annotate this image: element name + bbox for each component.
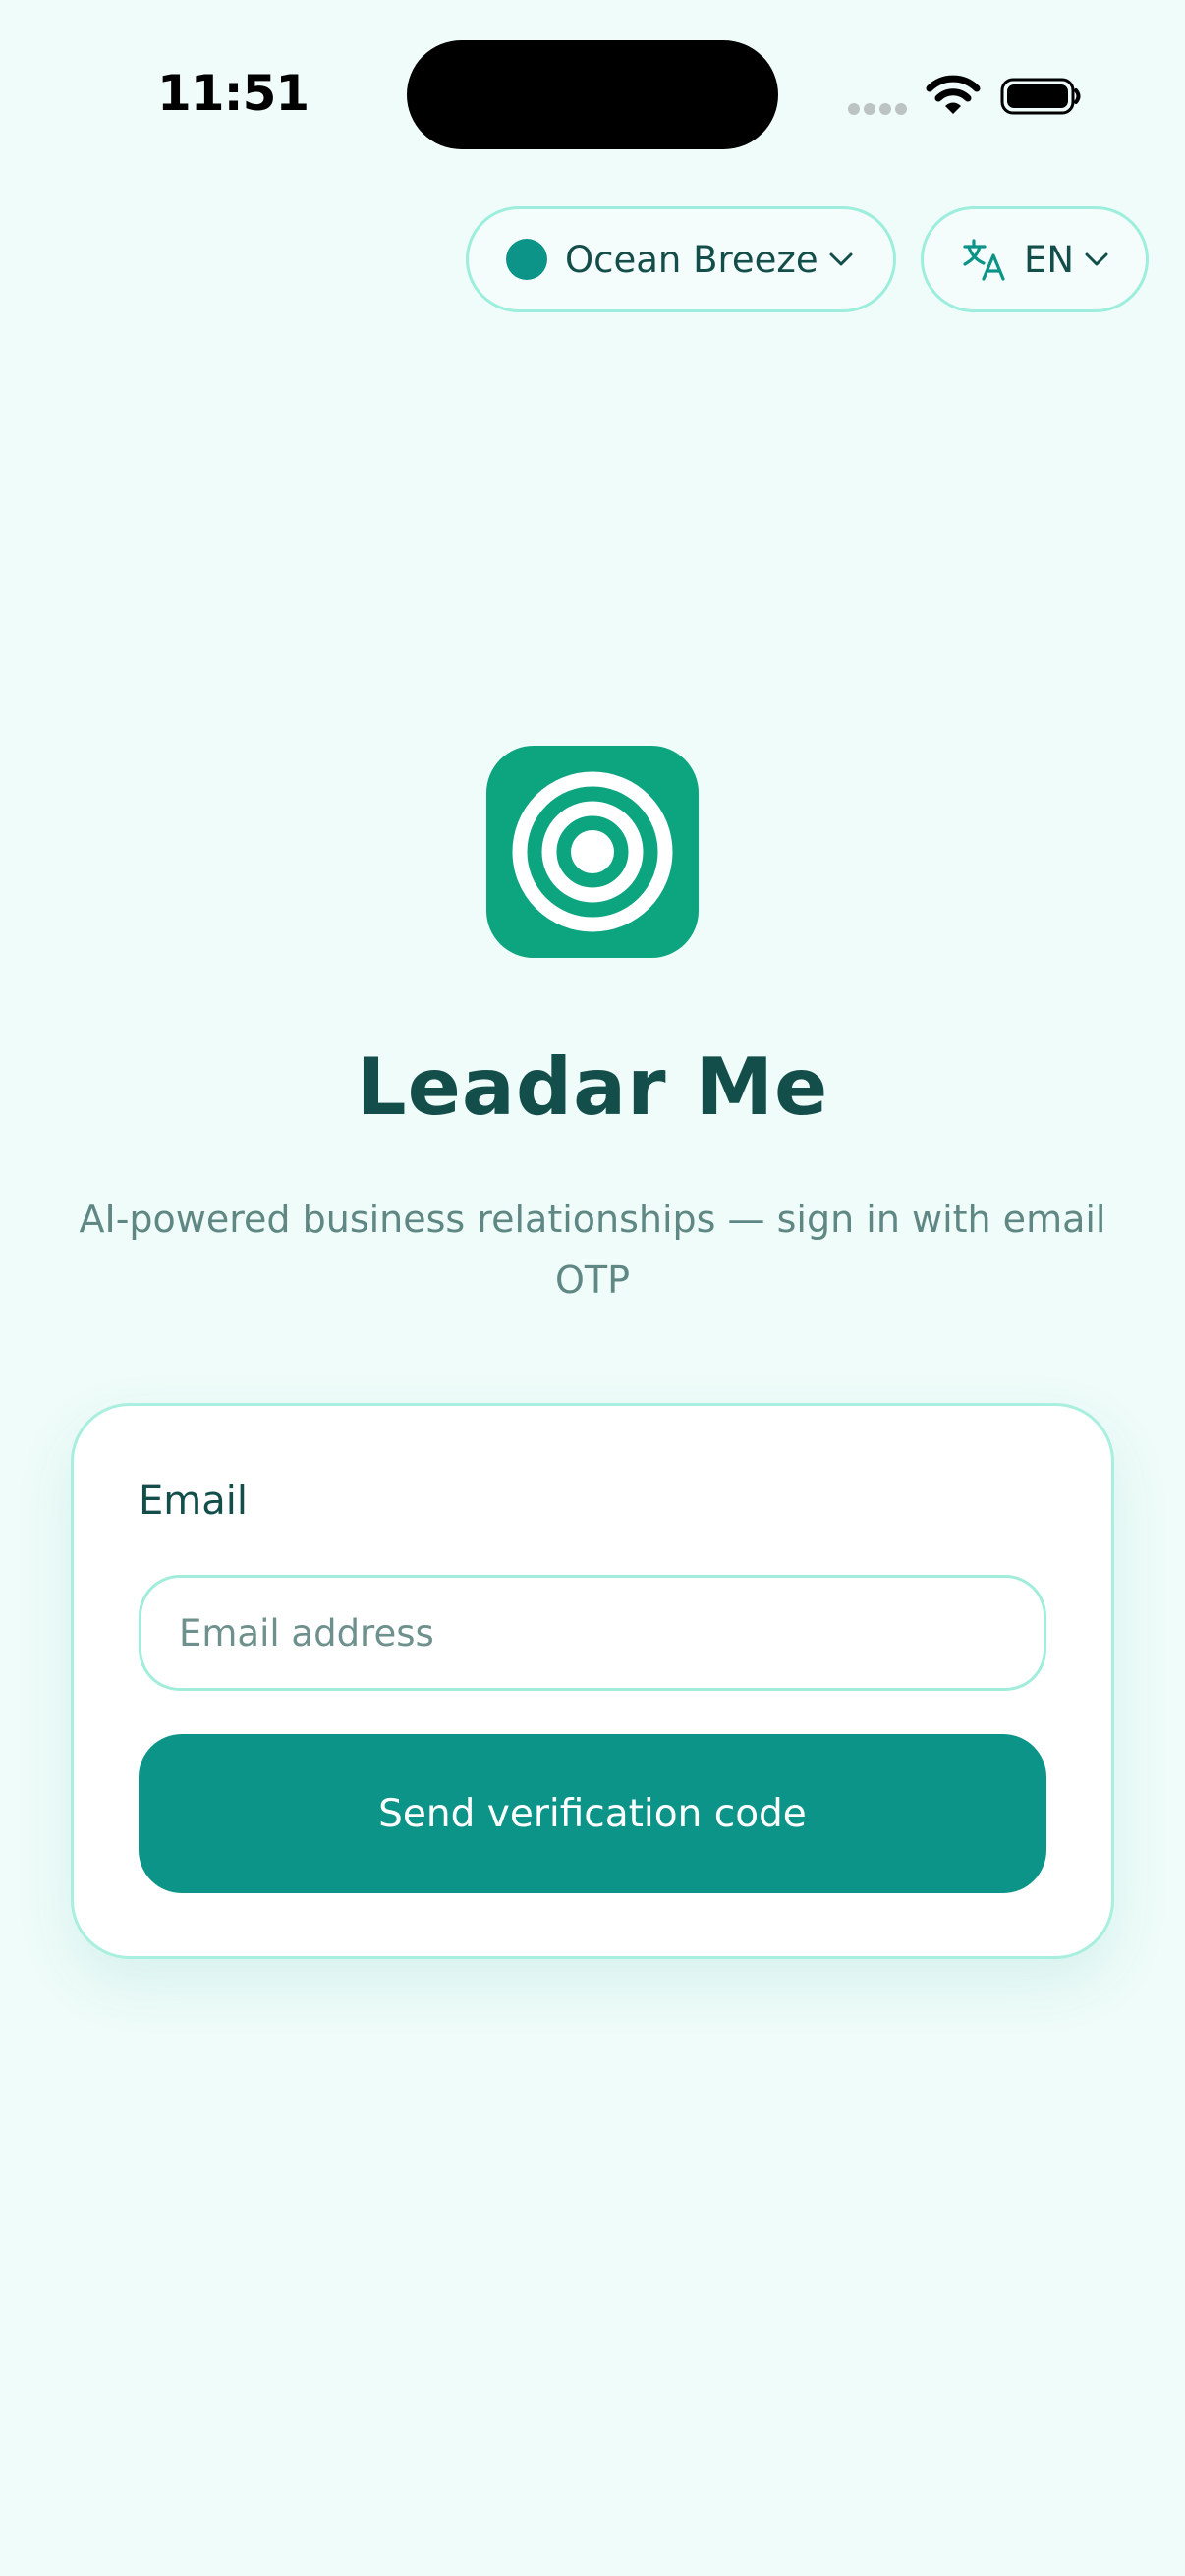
chevron-down-icon xyxy=(1085,252,1108,266)
app-title: Leadar Me xyxy=(356,1041,829,1133)
status-time: 11:51 xyxy=(157,65,310,122)
theme-name-label: Ocean Breeze xyxy=(565,238,818,281)
language-label: EN xyxy=(1024,238,1075,281)
battery-icon xyxy=(1000,78,1081,115)
cellular-signal-icon xyxy=(848,103,907,115)
translate-icon xyxy=(963,239,1005,281)
dynamic-island xyxy=(407,40,778,149)
theme-color-dot-icon xyxy=(506,239,547,280)
concentric-circles-icon xyxy=(512,771,673,932)
language-selector[interactable]: EN xyxy=(921,206,1149,312)
chevron-down-icon xyxy=(829,252,853,266)
send-verification-code-button[interactable]: Send verification code xyxy=(139,1734,1046,1893)
theme-selector[interactable]: Ocean Breeze xyxy=(466,206,896,312)
app-subtitle: AI-powered business relationships — sign… xyxy=(79,1198,1106,1302)
wifi-icon xyxy=(926,75,981,114)
login-card: Email Send verification code xyxy=(71,1403,1114,1959)
email-label: Email xyxy=(139,1479,248,1524)
app-logo xyxy=(486,746,699,958)
email-input[interactable] xyxy=(139,1575,1046,1691)
